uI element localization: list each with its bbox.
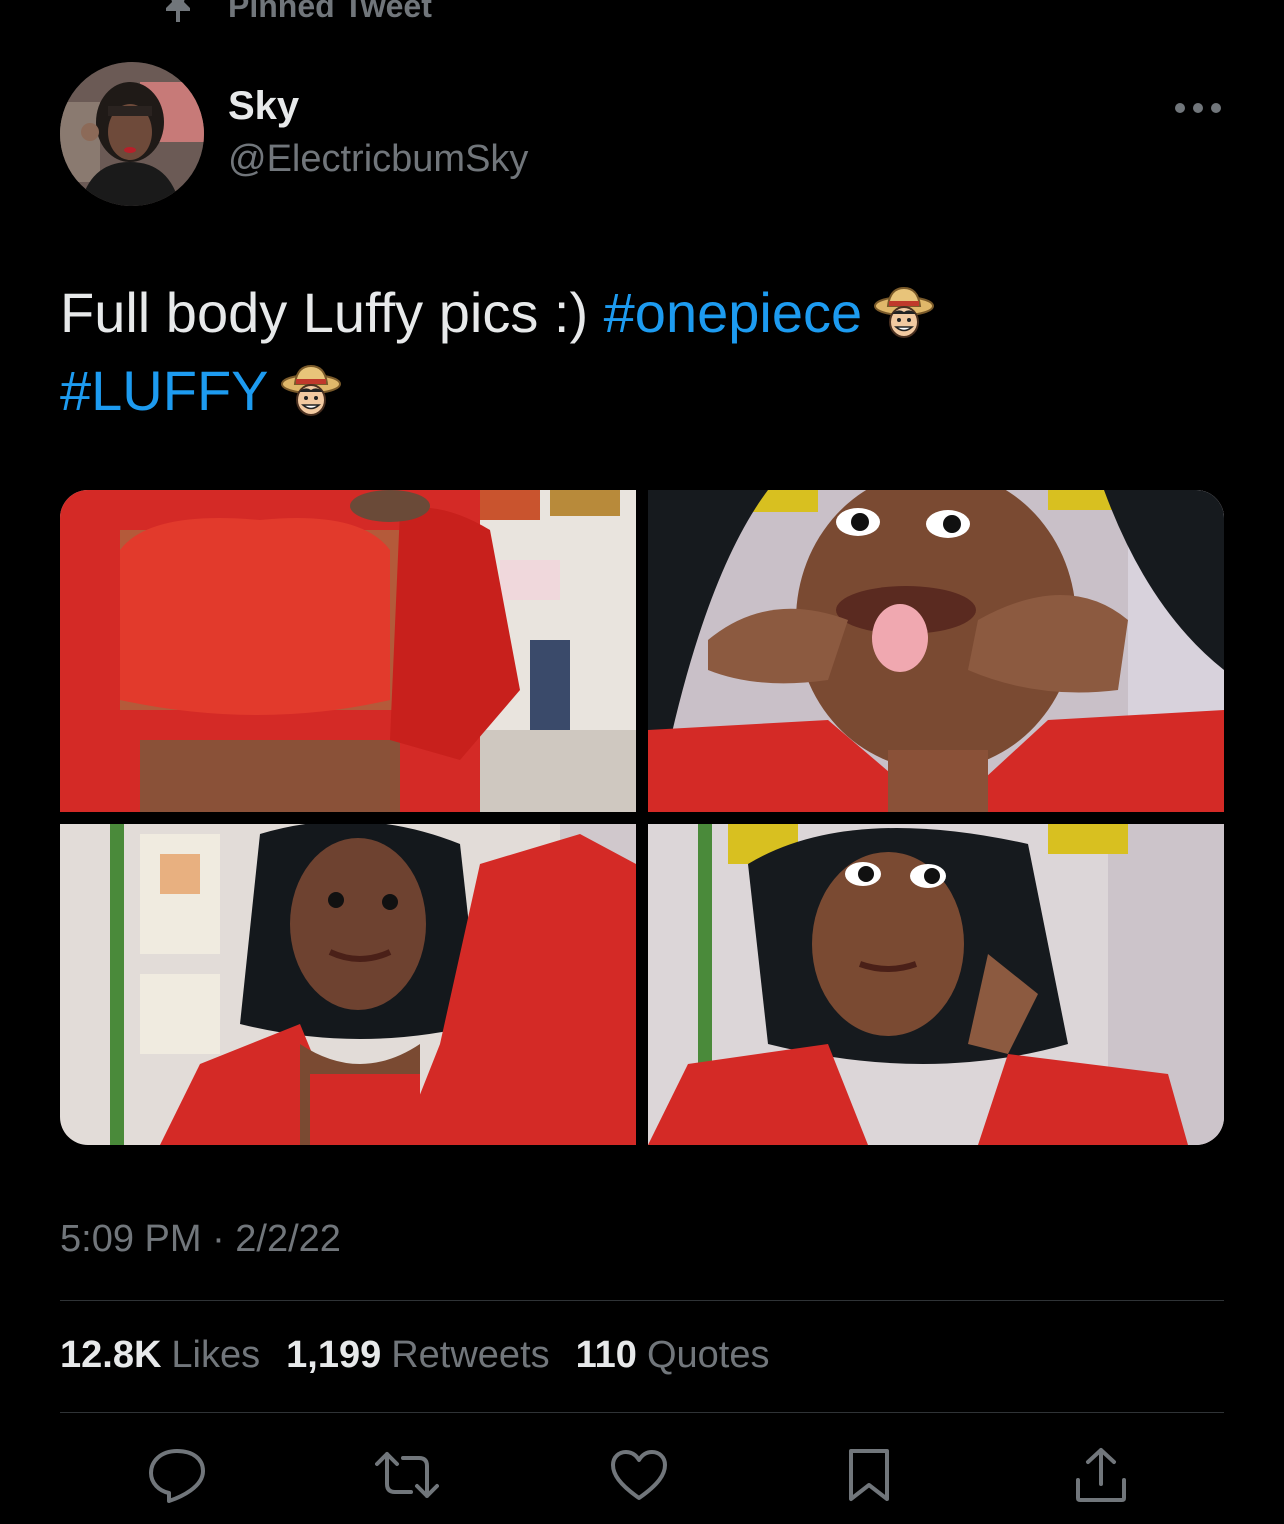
reply-icon[interactable] bbox=[142, 1440, 212, 1510]
pinned-label: Pinned Tweet bbox=[228, 0, 432, 24]
photo-1[interactable] bbox=[60, 490, 636, 812]
quotes-label: Quotes bbox=[646, 1334, 770, 1376]
pinned-indicator: Pinned Tweet bbox=[158, 0, 432, 26]
hashtag-luffy[interactable]: #LUFFY bbox=[60, 359, 269, 422]
action-bar bbox=[60, 1440, 1224, 1510]
retweets-stat[interactable]: 1,199 Retweets bbox=[286, 1334, 550, 1377]
straw-hat-luffy-emoji-icon bbox=[280, 360, 341, 416]
like-icon[interactable] bbox=[604, 1440, 674, 1510]
avatar[interactable] bbox=[60, 62, 204, 206]
quotes-stat[interactable]: 110 Quotes bbox=[576, 1334, 770, 1377]
divider bbox=[60, 1300, 1224, 1301]
bookmark-icon[interactable] bbox=[834, 1440, 904, 1510]
tweet-text: Full body Luffy pics :) #onepiece #LUFFY bbox=[60, 274, 1220, 430]
tweet-stats: 12.8K Likes 1,199 Retweets 110 Quotes bbox=[60, 1334, 769, 1377]
display-name[interactable]: Sky bbox=[228, 84, 299, 129]
retweets-label: Retweets bbox=[391, 1334, 550, 1376]
retweets-count: 1,199 bbox=[286, 1334, 382, 1376]
quotes-count: 110 bbox=[575, 1334, 637, 1376]
likes-count: 12.8K bbox=[60, 1334, 162, 1376]
photo-2[interactable] bbox=[648, 490, 1224, 812]
photo-3[interactable] bbox=[60, 824, 636, 1145]
likes-stat[interactable]: 12.8K Likes bbox=[60, 1334, 260, 1377]
timestamp[interactable]: 5:09 PM · 2/2/22 bbox=[60, 1218, 341, 1261]
share-icon[interactable] bbox=[1066, 1440, 1136, 1510]
divider bbox=[60, 1412, 1224, 1413]
hashtag-onepiece[interactable]: #onepiece bbox=[604, 281, 862, 344]
likes-label: Likes bbox=[171, 1334, 261, 1376]
photo-4[interactable] bbox=[648, 824, 1224, 1145]
media-grid bbox=[60, 490, 1224, 1145]
pin-icon bbox=[158, 0, 198, 26]
retweet-icon[interactable] bbox=[372, 1440, 442, 1510]
tweet-body: Full body Luffy pics :) bbox=[60, 281, 604, 344]
straw-hat-luffy-emoji-icon bbox=[874, 282, 935, 338]
user-handle[interactable]: @ElectricbumSky bbox=[228, 138, 528, 181]
more-options-icon[interactable] bbox=[1168, 90, 1228, 126]
